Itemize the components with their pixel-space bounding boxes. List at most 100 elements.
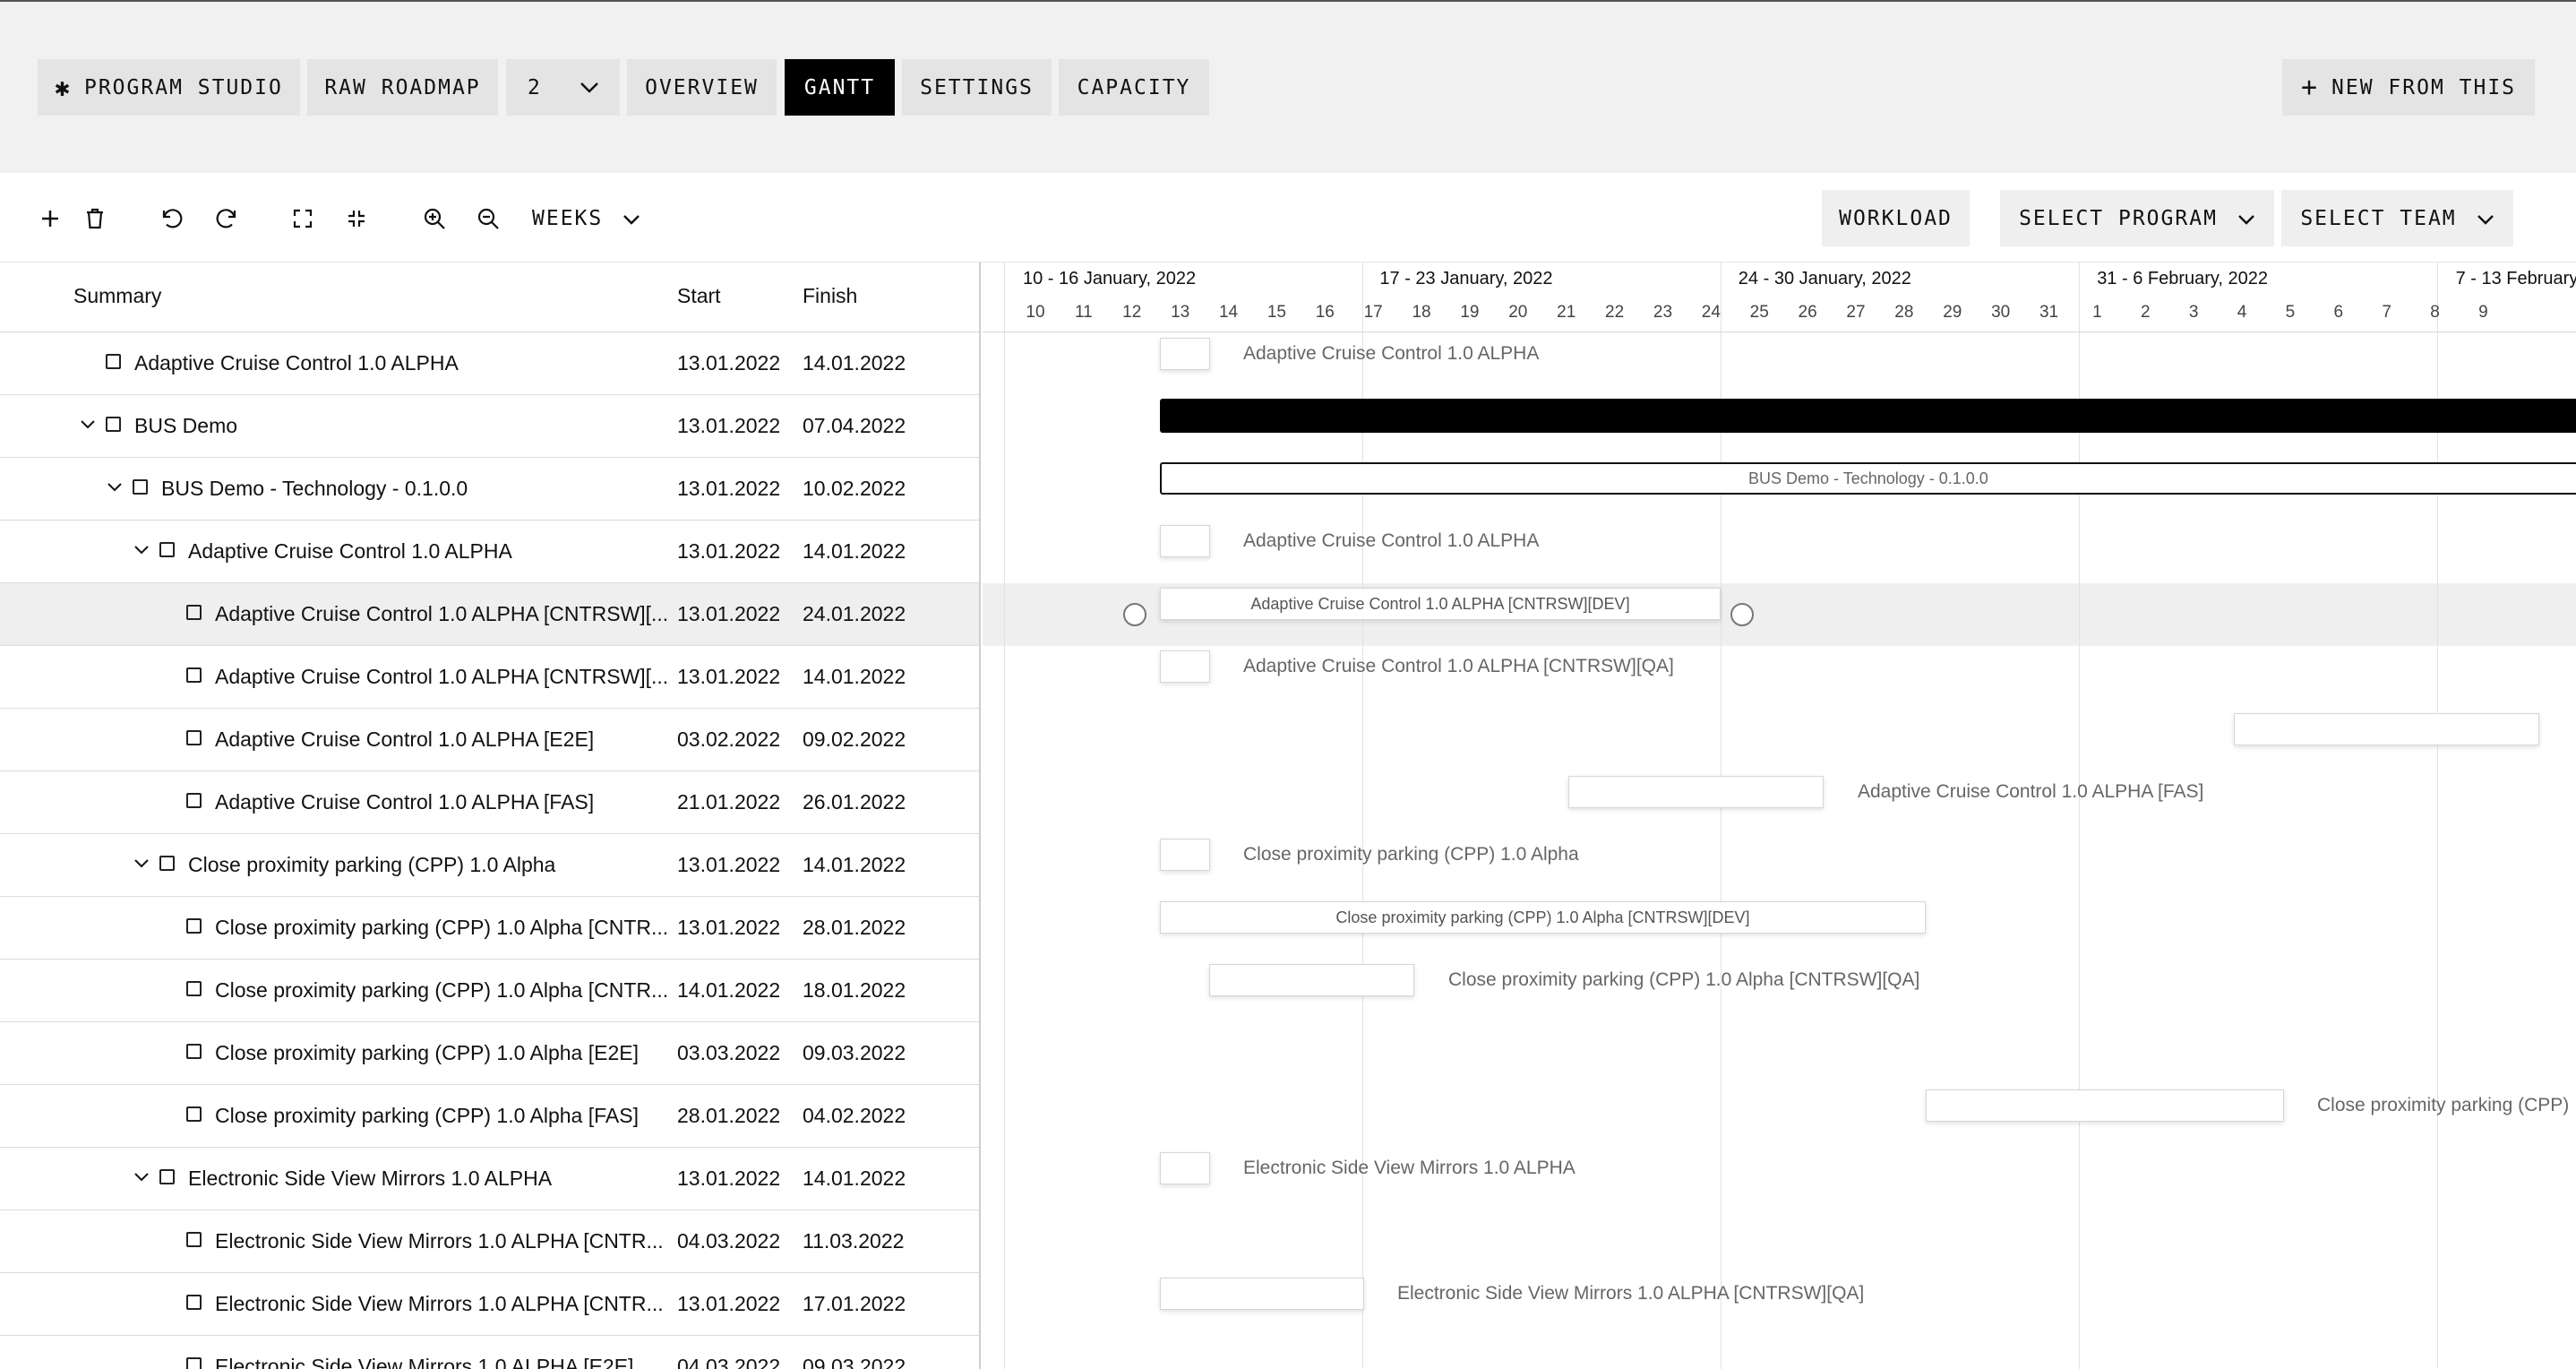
row-checkbox[interactable]	[133, 479, 148, 495]
task-finish: 14.01.2022	[803, 539, 906, 563]
task-label: Close proximity parking (CPP) 1.0 Alpha	[1243, 844, 1579, 865]
row-checkbox[interactable]	[186, 1044, 202, 1059]
task-name: Close proximity parking (CPP) 1.0 Alpha …	[215, 1041, 639, 1064]
task-bar-cpp[interactable]	[1160, 839, 1210, 871]
table-row[interactable]: Close proximity parking (CPP) 1.0 Alpha …	[0, 1085, 979, 1148]
task-name: Adaptive Cruise Control 1.0 ALPHA [CNTRS…	[215, 602, 669, 625]
table-row[interactable]: Adaptive Cruise Control 1.0 ALPHA [CNTRS…	[0, 583, 979, 646]
table-row[interactable]: Close proximity parking (CPP) 1.0 Alpha …	[0, 1022, 979, 1085]
workload-button[interactable]: WORKLOAD	[1822, 190, 1970, 246]
table-row[interactable]: Electronic Side View Mirrors 1.0 ALPHA […	[0, 1336, 979, 1369]
task-name: Electronic Side View Mirrors 1.0 ALPHA	[188, 1167, 553, 1190]
row-checkbox[interactable]	[186, 605, 202, 620]
row-checkbox[interactable]	[186, 918, 202, 934]
table-row[interactable]: BUS Demo 13.01.2022 07.04.2022	[0, 395, 979, 458]
zoom-out-button[interactable]	[470, 201, 506, 237]
table-row[interactable]: Adaptive Cruise Control 1.0 ALPHA [E2E] 0…	[0, 709, 979, 771]
raw-roadmap-button[interactable]: RAW ROADMAP	[307, 59, 498, 116]
week-label: 31 - 6 February, 2022	[2097, 269, 2269, 288]
task-bar-acc-fas[interactable]	[1568, 776, 1824, 808]
task-bar-acc-dev[interactable]: Adaptive Cruise Control 1.0 ALPHA [CNTRS…	[1160, 588, 1721, 620]
table-row[interactable]: Close proximity parking (CPP) 1.0 Alpha …	[0, 960, 979, 1022]
day-label: 11	[1075, 303, 1093, 322]
row-checkbox[interactable]	[159, 1169, 175, 1184]
table-row[interactable]: Adaptive Cruise Control 1.0 ALPHA 13.01.2…	[0, 332, 979, 395]
task-bar-acc-1[interactable]	[1160, 338, 1210, 370]
task-start: 04.03.2022	[677, 1229, 781, 1253]
task-bar-acc-qa[interactable]	[1160, 650, 1210, 683]
zoom-unit-select[interactable]: WEEKS	[532, 190, 640, 246]
task-bar-cpp-fas[interactable]	[1926, 1089, 2284, 1122]
day-label: 26	[1798, 303, 1817, 322]
table-row[interactable]: Close proximity parking (CPP) 1.0 Alpha …	[0, 897, 979, 960]
task-name: Electronic Side View Mirrors 1.0 ALPHA […	[215, 1355, 634, 1369]
row-checkbox[interactable]	[106, 417, 121, 432]
table-row[interactable]: BUS Demo - Technology - 0.1.0.0 13.01.202…	[0, 458, 979, 521]
table-row[interactable]: Electronic Side View Mirrors 1.0 ALPHA 13…	[0, 1148, 979, 1210]
column-header-start[interactable]: Start	[677, 284, 721, 308]
column-header-summary[interactable]: Summary	[73, 284, 161, 308]
task-name: Close proximity parking (CPP) 1.0 Alpha …	[215, 916, 669, 939]
task-bar-esvm-qa[interactable]	[1160, 1278, 1364, 1310]
trash-icon	[87, 208, 103, 229]
chevron-down-icon[interactable]	[106, 478, 124, 495]
task-bar-cpp-dev[interactable]: Close proximity parking (CPP) 1.0 Alpha …	[1160, 901, 1926, 934]
add-task-button[interactable]	[32, 201, 68, 237]
row-checkbox[interactable]	[159, 542, 175, 557]
redo-button[interactable]	[209, 201, 245, 237]
expand-all-button[interactable]	[285, 201, 321, 237]
day-label: 2	[2140, 303, 2151, 322]
row-checkbox[interactable]	[106, 354, 121, 369]
table-row[interactable]: Adaptive Cruise Control 1.0 ALPHA [FAS] 2…	[0, 771, 979, 834]
undo-button[interactable]	[154, 201, 190, 237]
zoom-in-button[interactable]	[416, 201, 452, 237]
row-checkbox[interactable]	[159, 856, 175, 871]
tab-settings[interactable]: SETTINGS	[902, 59, 1052, 116]
row-checkbox[interactable]	[186, 667, 202, 683]
version-select[interactable]: 2	[506, 59, 620, 116]
summary-bar-bus-demo[interactable]	[1160, 399, 2576, 433]
collapse-all-button[interactable]	[339, 201, 374, 237]
task-start: 13.01.2022	[677, 539, 781, 563]
task-finish: 09.03.2022	[803, 1355, 906, 1369]
row-checkbox[interactable]	[186, 1106, 202, 1122]
select-program-dropdown[interactable]: SELECT PROGRAM	[2000, 190, 2274, 246]
summary-bar-bus-tech[interactable]: BUS Demo - Technology - 0.1.0.0	[1160, 462, 2576, 495]
task-finish: 09.03.2022	[803, 1041, 906, 1064]
row-checkbox[interactable]	[186, 981, 202, 996]
row-checkbox[interactable]	[186, 1357, 202, 1369]
new-from-this-button[interactable]: + NEW FROM THIS	[2282, 59, 2535, 116]
row-checkbox[interactable]	[186, 1232, 202, 1247]
chevron-down-icon[interactable]	[79, 415, 97, 433]
select-team-dropdown[interactable]: SELECT TEAM	[2281, 190, 2513, 246]
link-handle-left[interactable]	[1123, 603, 1146, 626]
link-handle-right[interactable]	[1730, 603, 1754, 626]
day-label: 17	[1363, 303, 1383, 322]
tab-gantt[interactable]: GANTT	[785, 59, 895, 116]
tab-overview[interactable]: OVERVIEW	[627, 59, 777, 116]
row-checkbox[interactable]	[186, 793, 202, 808]
table-row[interactable]: Adaptive Cruise Control 1.0 ALPHA 13.01.2…	[0, 521, 979, 583]
row-checkbox[interactable]	[186, 1295, 202, 1310]
task-start: 13.01.2022	[677, 1167, 781, 1190]
table-row[interactable]: Close proximity parking (CPP) 1.0 Alpha 1…	[0, 834, 979, 897]
task-bar-acc-2[interactable]	[1160, 525, 1210, 557]
chevron-down-icon[interactable]	[133, 540, 150, 558]
row-checkbox[interactable]	[186, 730, 202, 745]
task-finish: 28.01.2022	[803, 916, 906, 939]
chevron-down-icon[interactable]	[133, 1167, 150, 1185]
table-row[interactable]: Electronic Side View Mirrors 1.0 ALPHA […	[0, 1273, 979, 1336]
task-bar-esvm[interactable]	[1160, 1152, 1210, 1184]
chevron-down-icon[interactable]	[133, 854, 150, 872]
program-studio-button[interactable]: ✱ PROGRAM STUDIO	[38, 59, 300, 116]
week-label: 17 - 23 January, 2022	[1379, 269, 1553, 288]
day-label: 30	[1991, 303, 2011, 322]
task-bar-cpp-qa[interactable]	[1209, 964, 1414, 996]
delete-task-button[interactable]	[77, 201, 113, 237]
tab-capacity[interactable]: CAPACITY	[1059, 59, 1209, 116]
column-header-finish[interactable]: Finish	[803, 284, 857, 308]
table-row[interactable]: Electronic Side View Mirrors 1.0 ALPHA […	[0, 1210, 979, 1273]
table-row[interactable]: Adaptive Cruise Control 1.0 ALPHA [CNTRS…	[0, 646, 979, 709]
task-bar-acc-e2e[interactable]	[2234, 713, 2539, 745]
task-finish: 17.01.2022	[803, 1292, 906, 1315]
